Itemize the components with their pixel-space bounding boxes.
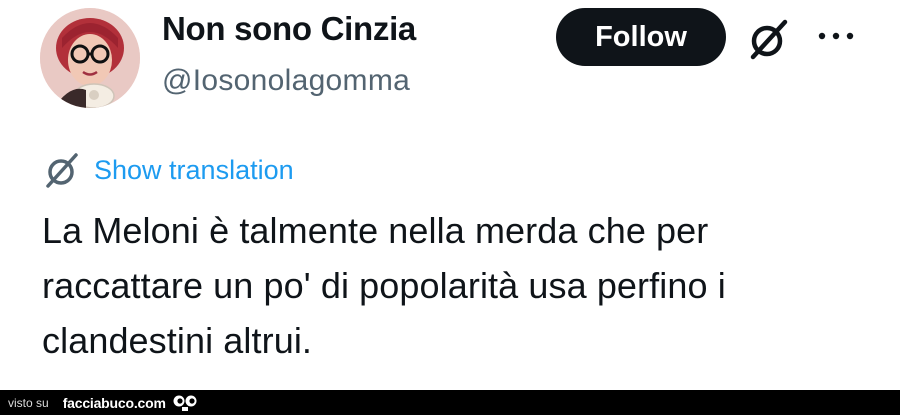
watermark-prefix: visto su <box>8 395 49 410</box>
avatar[interactable] <box>40 8 140 108</box>
show-translation-label[interactable]: Show translation <box>94 155 294 186</box>
show-translation-link[interactable]: Show translation <box>42 150 294 190</box>
tweet-text: La Meloni è talmente nella merda che per… <box>42 210 726 361</box>
facciabuco-logo-icon <box>173 395 197 411</box>
watermark-brand: facciabuco.com <box>62 394 166 411</box>
avatar-image <box>40 8 140 108</box>
watermark-bar: visto su facciabuco.com <box>0 390 900 415</box>
user-handle[interactable]: @Iosonolagomma <box>162 64 410 98</box>
translate-icon <box>46 153 78 188</box>
more-icon[interactable] <box>816 28 856 44</box>
display-name[interactable]: Non sono Cinzia <box>162 10 416 48</box>
follow-button[interactable]: Follow <box>556 8 726 66</box>
grok-icon[interactable] <box>744 14 794 64</box>
